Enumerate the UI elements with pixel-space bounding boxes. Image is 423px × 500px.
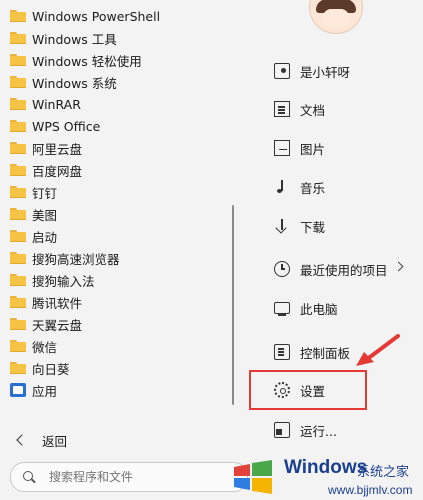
scrollbar[interactable] [232, 205, 234, 405]
folder-icon [10, 274, 26, 286]
folder-icon [10, 208, 26, 220]
watermark: Windows 系统之家 www.bjjmlv.com [230, 455, 423, 500]
folder-icon [10, 186, 26, 198]
list-item[interactable]: Windows PowerShell [0, 5, 240, 27]
user-folder-icon [274, 63, 290, 79]
app-label: Windows PowerShell [32, 8, 161, 24]
picture-icon [274, 140, 290, 156]
app-label: 天翼云盘 [32, 317, 83, 333]
place-label: 此电脑 [300, 301, 338, 317]
folder-icon [10, 120, 26, 132]
place-pictures[interactable]: 图片 [262, 134, 402, 162]
chevron-left-icon [16, 434, 28, 446]
list-item[interactable]: 美图 [0, 203, 240, 225]
run-icon [274, 422, 290, 438]
download-icon [274, 218, 290, 234]
start-menu: Windows PowerShell Windows 工具 Windows 轻松… [0, 0, 423, 500]
list-item[interactable]: Windows 轻松使用 [0, 49, 240, 71]
folder-icon [10, 164, 26, 176]
place-downloads[interactable]: 下载 [262, 212, 402, 240]
place-label: 下载 [300, 219, 326, 235]
folder-icon [10, 296, 26, 308]
app-label: Windows 系统 [32, 75, 117, 91]
app-label: 应用 [32, 383, 58, 399]
app-label: WPS Office [32, 118, 101, 134]
place-music[interactable]: 音乐 [262, 173, 402, 201]
list-item[interactable]: 搜狗高速浏览器 [0, 247, 240, 269]
app-label: 钉钉 [32, 185, 58, 201]
place-label: 最近使用的项目 [300, 262, 388, 278]
place-run[interactable]: 运行... [262, 416, 402, 444]
control-panel-icon [274, 344, 290, 360]
watermark-title: Windows [284, 457, 368, 478]
app-label: 百度网盘 [32, 163, 83, 179]
windows-logo-icon [234, 460, 272, 494]
watermark-subtitle: 系统之家 [357, 465, 410, 480]
place-documents[interactable]: 文档 [262, 95, 402, 123]
list-item[interactable]: WinRAR [0, 93, 240, 115]
settings-highlight-box [249, 370, 367, 410]
place-label: 文档 [300, 102, 326, 118]
place-label: 图片 [300, 141, 326, 157]
app-list: Windows PowerShell Windows 工具 Windows 轻松… [0, 5, 240, 401]
list-item[interactable]: 阿里云盘 [0, 137, 240, 159]
place-user-folder[interactable]: 是小轩呀 [262, 57, 402, 85]
place-label: 是小轩呀 [300, 64, 351, 80]
watermark-url: www.bjjmlv.com [328, 483, 413, 497]
folder-icon [10, 142, 26, 154]
list-item[interactable]: 微信 [0, 335, 240, 357]
folder-icon [10, 32, 26, 44]
place-this-pc[interactable]: 此电脑 [262, 294, 402, 322]
place-recent-items[interactable]: 最近使用的项目 [262, 255, 404, 283]
document-icon [274, 101, 290, 117]
back-label: 返回 [42, 433, 68, 449]
app-label: 阿里云盘 [32, 141, 83, 157]
folder-icon [10, 10, 26, 22]
app-label: Windows 轻松使用 [32, 53, 142, 69]
list-item[interactable]: 钉钉 [0, 181, 240, 203]
place-label: 音乐 [300, 180, 326, 196]
place-label: 运行... [300, 423, 337, 439]
app-icon [10, 383, 26, 397]
folder-icon [10, 54, 26, 66]
list-item[interactable]: 搜狗输入法 [0, 269, 240, 291]
red-arrow-icon [356, 334, 400, 366]
list-item[interactable]: 启动 [0, 225, 240, 247]
back-button[interactable]: 返回 [14, 430, 67, 450]
avatar[interactable] [309, 0, 363, 34]
app-label: 启动 [32, 229, 58, 245]
search-bar[interactable] [10, 462, 248, 492]
list-item[interactable]: Windows 工具 [0, 27, 240, 49]
folder-icon [10, 318, 26, 330]
chevron-right-icon [393, 261, 404, 272]
app-label: 腾讯软件 [32, 295, 83, 311]
search-icon [23, 471, 35, 483]
folder-icon [10, 252, 26, 264]
list-item[interactable]: 天翼云盘 [0, 313, 240, 335]
list-item[interactable]: 向日葵 [0, 357, 240, 379]
clock-icon [274, 261, 290, 277]
app-label: 美图 [32, 207, 58, 223]
list-item[interactable]: 百度网盘 [0, 159, 240, 181]
folder-icon [10, 98, 26, 110]
folder-icon [10, 340, 26, 352]
place-label: 控制面板 [300, 345, 351, 361]
app-label: 搜狗高速浏览器 [32, 251, 120, 267]
app-label: Windows 工具 [32, 31, 117, 47]
list-item[interactable]: Windows 系统 [0, 71, 240, 93]
list-item[interactable]: 应用 [0, 379, 240, 401]
app-label: 向日葵 [32, 361, 70, 377]
folder-icon [10, 76, 26, 88]
music-icon [274, 179, 290, 195]
list-item[interactable]: WPS Office [0, 115, 240, 137]
app-label: 微信 [32, 339, 58, 355]
computer-icon [274, 302, 290, 316]
app-label: 搜狗输入法 [32, 273, 95, 289]
folder-icon [10, 362, 26, 374]
search-input[interactable] [47, 469, 231, 485]
app-label: WinRAR [32, 96, 81, 112]
folder-icon [10, 230, 26, 242]
list-item[interactable]: 腾讯软件 [0, 291, 240, 313]
